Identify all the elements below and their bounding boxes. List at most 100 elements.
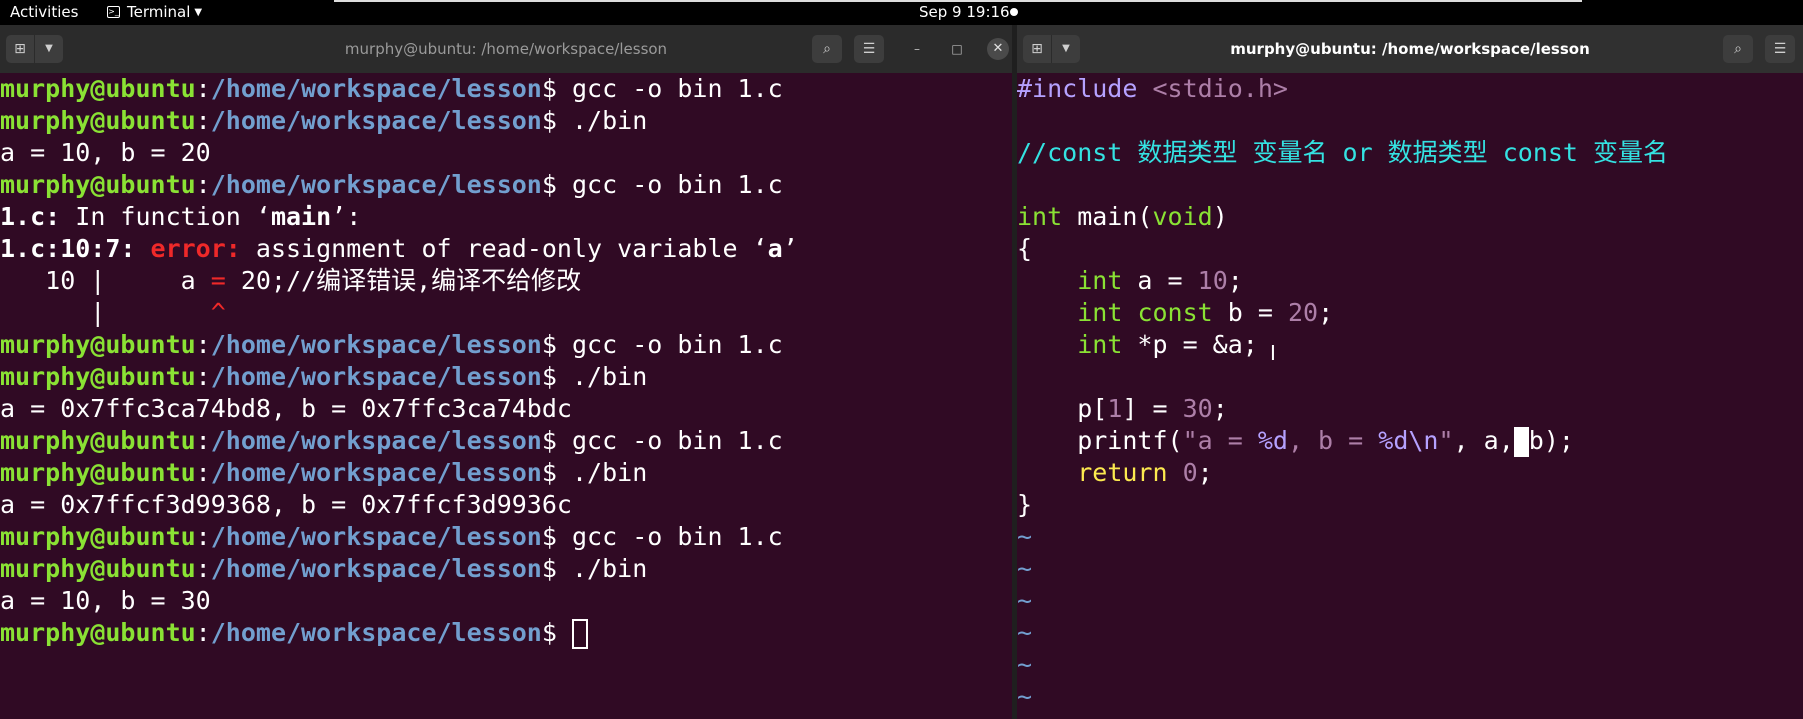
code-token: const	[1137, 298, 1213, 327]
error-message: assignment of read-only variable ‘	[240, 234, 768, 263]
notification-dot-icon	[1010, 8, 1018, 16]
terminal-line: murphy@ubuntu:/home/workspace/lesson$	[0, 617, 1012, 649]
code-token: , b =	[1287, 426, 1379, 455]
empty-line-marker: ~	[1017, 554, 1033, 583]
command-text: ./bin	[571, 106, 648, 135]
prompt-path: /home/workspace/lesson	[210, 362, 542, 391]
terminal-line: murphy@ubuntu:/home/workspace/lesson$ gc…	[0, 169, 1012, 201]
message-text: ’:	[331, 202, 362, 231]
prompt-path: /home/workspace/lesson	[210, 458, 542, 487]
terminal-line: murphy@ubuntu:/home/workspace/lesson$ gc…	[0, 521, 1012, 553]
activities-button[interactable]: Activities	[10, 3, 78, 21]
prompt-symbol: $	[541, 618, 572, 647]
output-text: a = 10, b = 30	[0, 586, 211, 615]
prompt-user: murphy@ubuntu	[0, 554, 196, 583]
prompt-symbol: $	[541, 522, 572, 551]
search-button[interactable]: ⌕	[1723, 35, 1753, 63]
code-token: return	[1077, 458, 1168, 487]
code-line: ~	[1017, 521, 1803, 553]
code-line: int a = 10;	[1017, 265, 1803, 297]
code-line: ~	[1017, 649, 1803, 681]
terminal-line: murphy@ubuntu:/home/workspace/lesson$ gc…	[0, 73, 1012, 105]
output-text: a = 10, b = 20	[0, 138, 211, 167]
source-text: |	[0, 298, 211, 327]
search-icon: ⌕	[823, 41, 831, 57]
vim-editor[interactable]: #include <stdio.h> //const 数据类型 变量名 or 数…	[1017, 73, 1803, 719]
code-token: int	[1077, 330, 1123, 359]
maximize-button[interactable]: □	[946, 38, 968, 60]
prompt-path: /home/workspace/lesson	[210, 330, 542, 359]
command-text: ./bin	[571, 554, 648, 583]
code-line: ~	[1017, 681, 1803, 713]
output-text: a = 0x7ffc3ca74bd8, b = 0x7ffc3ca74bdc	[0, 394, 572, 423]
source-text: 10 | a	[0, 266, 211, 295]
source-text: 20;//编译错误,编译不给修改	[225, 266, 582, 295]
terminal-line: a = 10, b = 20	[0, 137, 1012, 169]
empty-line-marker: ~	[1017, 682, 1033, 711]
error-marker: =	[210, 266, 226, 295]
code-token: 1	[1107, 394, 1123, 423]
terminal-output[interactable]: murphy@ubuntu:/home/workspace/lesson$ gc…	[0, 73, 1012, 719]
hamburger-icon: ☰	[1773, 41, 1787, 57]
terminal-line: murphy@ubuntu:/home/workspace/lesson$ ./…	[0, 361, 1012, 393]
command-text: gcc -o bin 1.c	[571, 74, 783, 103]
top-bar: Activities >_ Terminal ▼ Sep 9 19:16	[0, 0, 1803, 25]
code-token: ] =	[1122, 394, 1183, 423]
prompt-separator: :	[195, 106, 211, 135]
caret-marker: ^	[210, 298, 226, 327]
terminal-icon: >_	[107, 6, 120, 18]
code-token: 30	[1182, 394, 1213, 423]
prompt-symbol: $	[541, 74, 572, 103]
clock[interactable]: Sep 9 19:16	[919, 3, 1010, 21]
prompt-path: /home/workspace/lesson	[210, 74, 542, 103]
left-terminal-window: ⊞ ▼ murphy@ubuntu: /home/workspace/lesso…	[0, 25, 1012, 719]
terminal-line: 1.c: In function ‘main’:	[0, 201, 1012, 233]
code-line: ~	[1017, 585, 1803, 617]
code-line: int main(void)	[1017, 201, 1803, 233]
prompt-separator: :	[195, 522, 211, 551]
code-token: , a,	[1453, 426, 1514, 455]
prompt-separator: :	[195, 74, 211, 103]
close-button[interactable]: ✕	[987, 38, 1009, 60]
prompt-symbol: $	[541, 426, 572, 455]
code-token: ;	[1212, 394, 1228, 423]
code-token: "	[1438, 426, 1454, 455]
close-icon: ✕	[992, 41, 1004, 56]
code-line: ~	[1017, 617, 1803, 649]
command-text: gcc -o bin 1.c	[571, 170, 783, 199]
command-text: ./bin	[571, 458, 648, 487]
prompt-separator: :	[195, 426, 211, 455]
code-line: {	[1017, 233, 1803, 265]
app-menu-button[interactable]: >_ Terminal ▼	[107, 3, 202, 21]
code-token: %d\n	[1378, 426, 1439, 455]
prompt-separator: :	[195, 618, 211, 647]
minimize-button[interactable]: –	[906, 38, 928, 60]
output-text: a = 0x7ffcf3d99368, b = 0x7ffcf3d9936c	[0, 490, 572, 519]
vim-cursor	[1513, 427, 1529, 457]
menu-button[interactable]: ☰	[854, 35, 884, 63]
terminal-line: 10 | a = 20;//编译错误,编译不给修改	[0, 265, 1012, 297]
code-token: 10	[1197, 266, 1228, 295]
prompt-separator: :	[195, 458, 211, 487]
code-token: int	[1077, 266, 1123, 295]
command-text: gcc -o bin 1.c	[571, 426, 783, 455]
search-button[interactable]: ⌕	[812, 35, 842, 63]
code-token: 0	[1182, 458, 1198, 487]
code-token: p[	[1017, 394, 1108, 423]
code-token: ;	[1197, 458, 1213, 487]
terminal-line: murphy@ubuntu:/home/workspace/lesson$ gc…	[0, 425, 1012, 457]
terminal-line: murphy@ubuntu:/home/workspace/lesson$ gc…	[0, 329, 1012, 361]
prompt-user: murphy@ubuntu	[0, 106, 196, 135]
code-token: b =	[1212, 298, 1288, 327]
menu-button[interactable]: ☰	[1765, 35, 1795, 63]
terminal-line: murphy@ubuntu:/home/workspace/lesson$ ./…	[0, 553, 1012, 585]
prompt-user: murphy@ubuntu	[0, 362, 196, 391]
code-line: ~	[1017, 553, 1803, 585]
terminal-line: a = 10, b = 30	[0, 585, 1012, 617]
command-text: gcc -o bin 1.c	[571, 522, 783, 551]
